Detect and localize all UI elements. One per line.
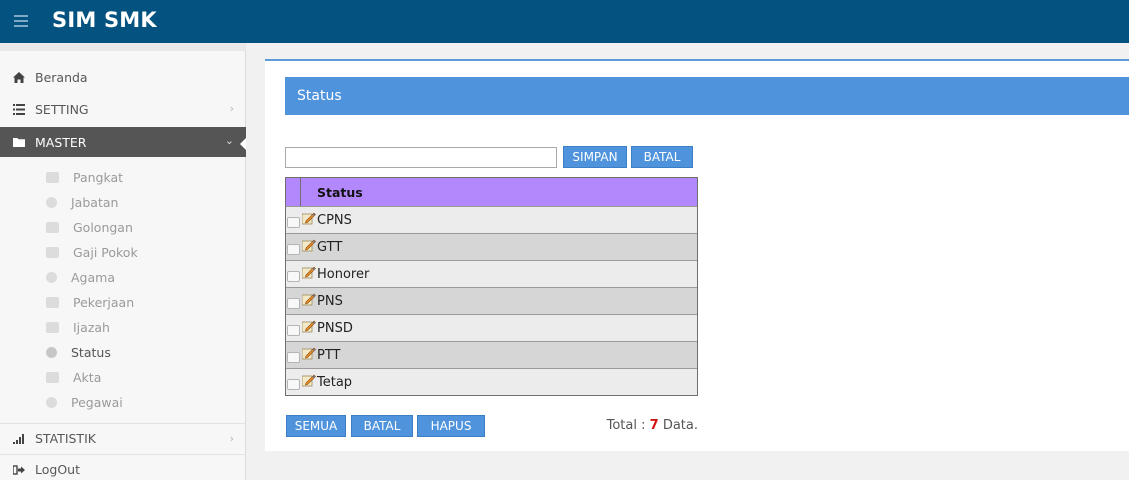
sidebar-item-statistik[interactable]: STATISTIK ›: [0, 423, 246, 453]
sidebar-item-label: Ijazah: [73, 320, 110, 335]
simpan-button[interactable]: SIMPAN: [563, 146, 627, 168]
table-header: Status: [286, 178, 697, 206]
sidebar-subitem-gaji-pokok[interactable]: Gaji Pokok: [0, 240, 246, 265]
lightbulb-icon: [46, 272, 57, 283]
sidebar-item-logout[interactable]: LogOut: [0, 454, 246, 480]
sidebar-item-label: Pangkat: [73, 170, 124, 185]
row-checkbox[interactable]: [287, 270, 300, 282]
table-row: Honorer: [286, 260, 697, 287]
menu-toggle-icon[interactable]: [14, 15, 28, 27]
table-row: PNS: [286, 287, 697, 314]
sidebar-item-label: LogOut: [35, 462, 80, 477]
chevron-down-icon: ⌄: [224, 134, 234, 147]
status-cell: GTT: [317, 239, 343, 255]
bar-chart-icon: [13, 433, 25, 445]
status-cell: Honorer: [317, 266, 370, 282]
table-row: PNSD: [286, 314, 697, 341]
status-cell: PNSD: [317, 320, 353, 336]
sidebar-subitem-jabatan[interactable]: Jabatan: [0, 190, 246, 215]
users-icon: [46, 397, 57, 408]
document-icon: [46, 172, 59, 183]
chevron-right-icon: ›: [229, 102, 234, 115]
row-checkbox[interactable]: [287, 297, 300, 309]
chevron-right-icon: ›: [229, 432, 234, 445]
total-suffix: Data.: [662, 418, 698, 433]
edit-icon[interactable]: [301, 292, 316, 306]
sidebar-subitem-pekerjaan[interactable]: Pekerjaan: [0, 290, 246, 315]
total-number: 7: [649, 418, 659, 433]
sidebar-item-label: SETTING: [35, 101, 89, 117]
edit-icon[interactable]: [301, 373, 316, 387]
sidebar-subitem-golongan[interactable]: Golongan: [0, 215, 246, 240]
sidebar-item-label: Jabatan: [71, 195, 119, 210]
sidebar-item-master[interactable]: MASTER ⌄: [0, 127, 247, 157]
row-checkbox[interactable]: [287, 324, 300, 336]
sidebar-subitem-status[interactable]: Status: [0, 340, 246, 365]
top-bar: SIM SMK: [0, 0, 1129, 43]
sidebar-subitem-agama[interactable]: Agama: [0, 265, 246, 290]
edit-icon[interactable]: [301, 346, 316, 360]
sidebar: Beranda SETTING › MASTER ⌄ Pangkat Jabat…: [0, 43, 247, 480]
status-input[interactable]: [285, 147, 557, 168]
panel-header: Status: [285, 77, 1129, 115]
column-header-status: Status: [317, 184, 363, 200]
sidebar-item-label: Akta: [73, 370, 102, 385]
edit-icon[interactable]: [301, 319, 316, 333]
table-row: PTT: [286, 341, 697, 368]
total-prefix: Total :: [606, 418, 646, 433]
status-panel: Status SIMPAN BATAL Status CPNS GTT Honore…: [265, 59, 1129, 451]
gears-icon: [46, 347, 57, 358]
app-title: SIM SMK: [52, 8, 157, 32]
logout-icon: [13, 464, 25, 476]
tag-icon: [46, 197, 57, 208]
batal-selection-button[interactable]: BATAL: [351, 415, 413, 437]
table-row: Tetap: [286, 368, 697, 395]
row-checkbox[interactable]: [287, 216, 300, 228]
sidebar-item-label: Pekerjaan: [73, 295, 135, 310]
edit-icon[interactable]: [301, 265, 316, 279]
sidebar-subitem-pangkat[interactable]: Pangkat: [0, 165, 246, 190]
sidebar-item-label: Pegawai: [71, 395, 123, 410]
status-table: Status CPNS GTT Honorer PNS PNSD PTT Tetap: [285, 177, 698, 396]
briefcase-icon: [46, 297, 59, 308]
status-cell: PTT: [317, 347, 341, 363]
row-checkbox[interactable]: [287, 243, 300, 255]
status-cell: PNS: [317, 293, 343, 309]
sidebar-item-label: Status: [71, 345, 111, 360]
sidebar-subitem-akta[interactable]: Akta: [0, 365, 246, 390]
table-row: CPNS: [286, 206, 697, 233]
main-content: Status SIMPAN BATAL Status CPNS GTT Honore…: [246, 43, 1129, 480]
hapus-button[interactable]: HAPUS: [417, 415, 485, 437]
sidebar-item-label: Gaji Pokok: [73, 245, 138, 260]
pencil-icon: [46, 372, 59, 383]
row-checkbox[interactable]: [287, 378, 300, 390]
sidebar-item-label: STATISTIK: [35, 431, 96, 446]
sidebar-item-beranda[interactable]: Beranda: [0, 62, 246, 92]
sidebar-item-label: Beranda: [35, 69, 88, 85]
total-count: Total : 7 Data.: [607, 418, 698, 433]
sidebar-item-label: Golongan: [73, 220, 133, 235]
batal-button[interactable]: BATAL: [631, 146, 693, 168]
home-icon: [13, 71, 25, 83]
status-cell: CPNS: [317, 212, 352, 228]
sidebar-item-setting[interactable]: SETTING ›: [0, 94, 246, 124]
sidebar-item-label: MASTER: [35, 134, 87, 150]
semua-button[interactable]: SEMUA: [286, 415, 346, 437]
sidebar-subitem-ijazah[interactable]: Ijazah: [0, 315, 246, 340]
table-icon: [46, 222, 59, 233]
list-icon: [13, 103, 25, 115]
edit-icon[interactable]: [301, 238, 316, 252]
folder-icon: [13, 136, 25, 148]
table-footer: SEMUA BATAL HAPUS Total : 7 Data.: [285, 415, 698, 437]
status-cell: Tetap: [317, 374, 353, 390]
edit-icon[interactable]: [301, 211, 316, 225]
row-checkbox[interactable]: [287, 351, 300, 363]
table-body: CPNS GTT Honorer PNS PNSD PTT Tetap: [286, 206, 697, 395]
panel-title: Status: [297, 88, 342, 104]
table-row: GTT: [286, 233, 697, 260]
sidebar-subitem-pegawai[interactable]: Pegawai: [0, 390, 246, 415]
certificate-icon: [46, 322, 59, 333]
money-icon: [46, 247, 59, 258]
sidebar-item-label: Agama: [71, 270, 115, 285]
